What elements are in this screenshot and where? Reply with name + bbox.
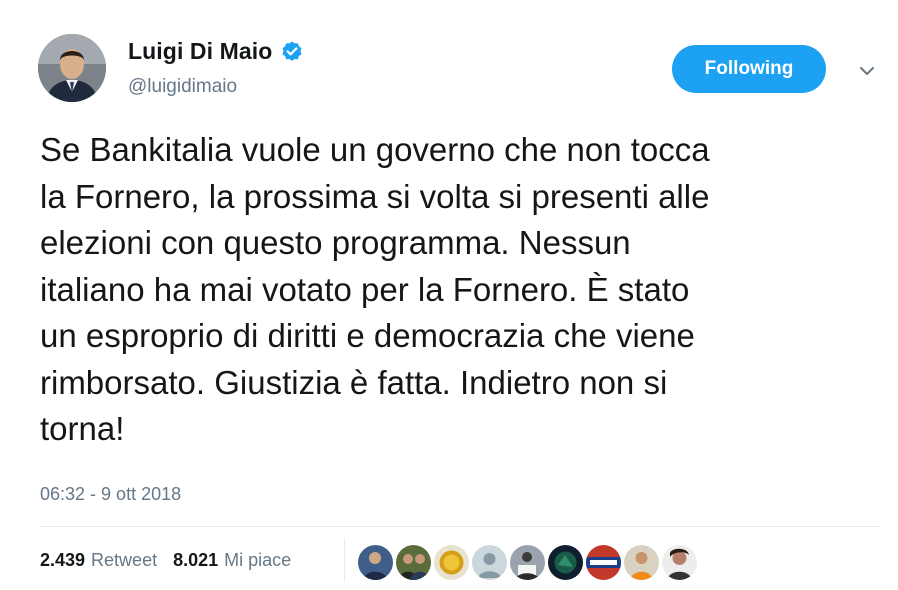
- author-avatar[interactable]: [38, 34, 106, 102]
- chevron-down-icon[interactable]: [856, 60, 878, 82]
- author-handle[interactable]: @luigidimaio: [128, 76, 237, 98]
- tweet-text-line: torna!: [40, 410, 125, 447]
- liker-avatar[interactable]: [396, 545, 431, 580]
- liker-avatar[interactable]: [434, 545, 469, 580]
- divider: [40, 526, 880, 527]
- tweet-text: Se Bankitalia vuole un governo che non t…: [40, 127, 870, 453]
- liker-avatar[interactable]: [624, 545, 659, 580]
- liker-avatar[interactable]: [358, 545, 393, 580]
- like-stat[interactable]: 8.021 Mi piace: [173, 550, 291, 571]
- following-button[interactable]: Following: [672, 45, 826, 93]
- retweet-stat[interactable]: 2.439 Retweet: [40, 550, 157, 571]
- stats-separator: [344, 538, 345, 582]
- liker-avatar[interactable]: [548, 545, 583, 580]
- tweet-text-line: Se Bankitalia vuole un governo che non t…: [40, 131, 710, 168]
- verified-badge-icon: [280, 40, 304, 64]
- liker-avatar[interactable]: [510, 545, 545, 580]
- tweet-text-line: un esproprio di diritti e democrazia che…: [40, 317, 695, 354]
- tweet-text-line: italiano ha mai votato per la Fornero. È…: [40, 270, 690, 308]
- avatar-image: [38, 34, 106, 102]
- author-display-name[interactable]: Luigi Di Maio: [128, 38, 272, 65]
- liker-avatar[interactable]: [662, 545, 697, 580]
- tweet-text-line: la Fornero, la prossima si volta si pres…: [40, 177, 710, 215]
- retweet-count: 2.439: [40, 550, 86, 570]
- tweet-card: Luigi Di Maio @luigidimaio Following Se …: [0, 0, 898, 590]
- liker-avatar[interactable]: [472, 545, 507, 580]
- tweet-text-line: elezioni con questo programma. Nessun: [40, 224, 631, 261]
- like-count: 8.021: [173, 550, 219, 570]
- tweet-timestamp[interactable]: 06:32 - 9 ott 2018: [40, 484, 181, 505]
- likers-avatars: [358, 545, 697, 580]
- like-label: Mi piace: [224, 550, 292, 570]
- tweet-stats: 2.439 Retweet 8.021 Mi piace: [40, 550, 307, 571]
- liker-avatar[interactable]: [586, 545, 621, 580]
- retweet-label: Retweet: [91, 550, 158, 570]
- tweet-text-line: rimborsato. Giustizia è fatta. Indietro …: [40, 363, 668, 401]
- author-name-row: Luigi Di Maio: [128, 38, 304, 65]
